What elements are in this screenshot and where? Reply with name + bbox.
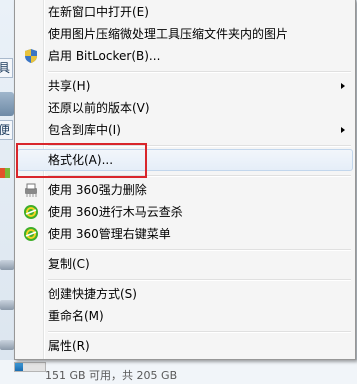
- menu-item-label: 使用 360强力删除: [48, 183, 147, 197]
- menu-item-label: 创建快捷方式(S): [48, 287, 137, 301]
- menu-item-rename[interactable]: 重命名(M): [17, 305, 353, 327]
- submenu-arrow-icon: [341, 83, 345, 89]
- annotation-highlight-box: [16, 143, 147, 178]
- drive-icon[interactable]: [0, 260, 14, 270]
- menu-item-include-in-library[interactable]: 包含到库中(I): [17, 119, 353, 141]
- shredder-icon: [25, 183, 37, 197]
- 360-green-icon: [24, 227, 38, 241]
- submenu-arrow-icon: [341, 127, 345, 133]
- menu-item-label: 包含到库中(I): [48, 123, 121, 137]
- menu-item-label: 在新窗口中打开(E): [48, 5, 149, 19]
- menu-item-label: 重命名(M): [48, 309, 104, 323]
- menu-item-compress-images[interactable]: 使用图片压缩微处理工具压缩文件夹内的图片: [17, 23, 353, 45]
- menu-item-open-new-window[interactable]: 在新窗口中打开(E): [17, 1, 353, 23]
- nav-strip: [0, 92, 14, 116]
- menu-separator: [48, 331, 351, 333]
- menu-item-360-manage-context-menu[interactable]: 使用 360管理右键菜单: [17, 223, 353, 245]
- context-menu: 在新窗口中打开(E) 使用图片压缩微处理工具压缩文件夹内的图片 启用 BitLo…: [14, 0, 356, 360]
- menu-item-label: 使用 360进行木马云查杀: [48, 205, 183, 219]
- menu-item-copy[interactable]: 复制(C): [17, 253, 353, 275]
- 360-green-icon: [24, 205, 38, 219]
- menu-item-label: 使用 360管理右键菜单: [48, 227, 171, 241]
- drive-icon[interactable]: [0, 340, 14, 350]
- menu-item-properties[interactable]: 属性(R): [17, 335, 353, 357]
- drive-capacity-text: 151 GB 可用，共 205 GB: [45, 369, 178, 382]
- windows-flag-icon: [0, 168, 10, 178]
- toolbar-tab-convenience[interactable]: 便: [0, 120, 13, 140]
- drive-icon[interactable]: [0, 300, 14, 310]
- menu-separator: [48, 279, 351, 281]
- menu-item-restore-versions[interactable]: 还原以前的版本(V): [17, 97, 353, 119]
- menu-item-label: 启用 BitLocker(B)...: [48, 49, 161, 63]
- menu-item-360-trojan-scan[interactable]: 使用 360进行木马云查杀: [17, 201, 353, 223]
- tab-label: 便: [0, 123, 10, 137]
- tab-label: 具: [0, 61, 10, 75]
- menu-item-label: 使用图片压缩微处理工具压缩文件夹内的图片: [48, 27, 289, 41]
- menu-item-label: 属性(R): [48, 339, 90, 353]
- menu-item-360-force-delete[interactable]: 使用 360强力删除: [17, 179, 353, 201]
- disk-usage-fill: [15, 363, 23, 371]
- uac-shield-icon: [25, 49, 37, 63]
- menu-item-share[interactable]: 共享(H): [17, 75, 353, 97]
- menu-item-label: 还原以前的版本(V): [48, 101, 150, 115]
- menu-separator: [48, 249, 351, 251]
- menu-item-create-shortcut[interactable]: 创建快捷方式(S): [17, 283, 353, 305]
- menu-separator: [48, 71, 351, 73]
- menu-item-enable-bitlocker[interactable]: 启用 BitLocker(B)...: [17, 45, 353, 67]
- menu-item-label: 共享(H): [48, 79, 91, 93]
- menu-item-label: 复制(C): [48, 257, 90, 271]
- disk-usage-bar: [14, 362, 46, 372]
- toolbar-tab-tools[interactable]: 具: [0, 58, 13, 78]
